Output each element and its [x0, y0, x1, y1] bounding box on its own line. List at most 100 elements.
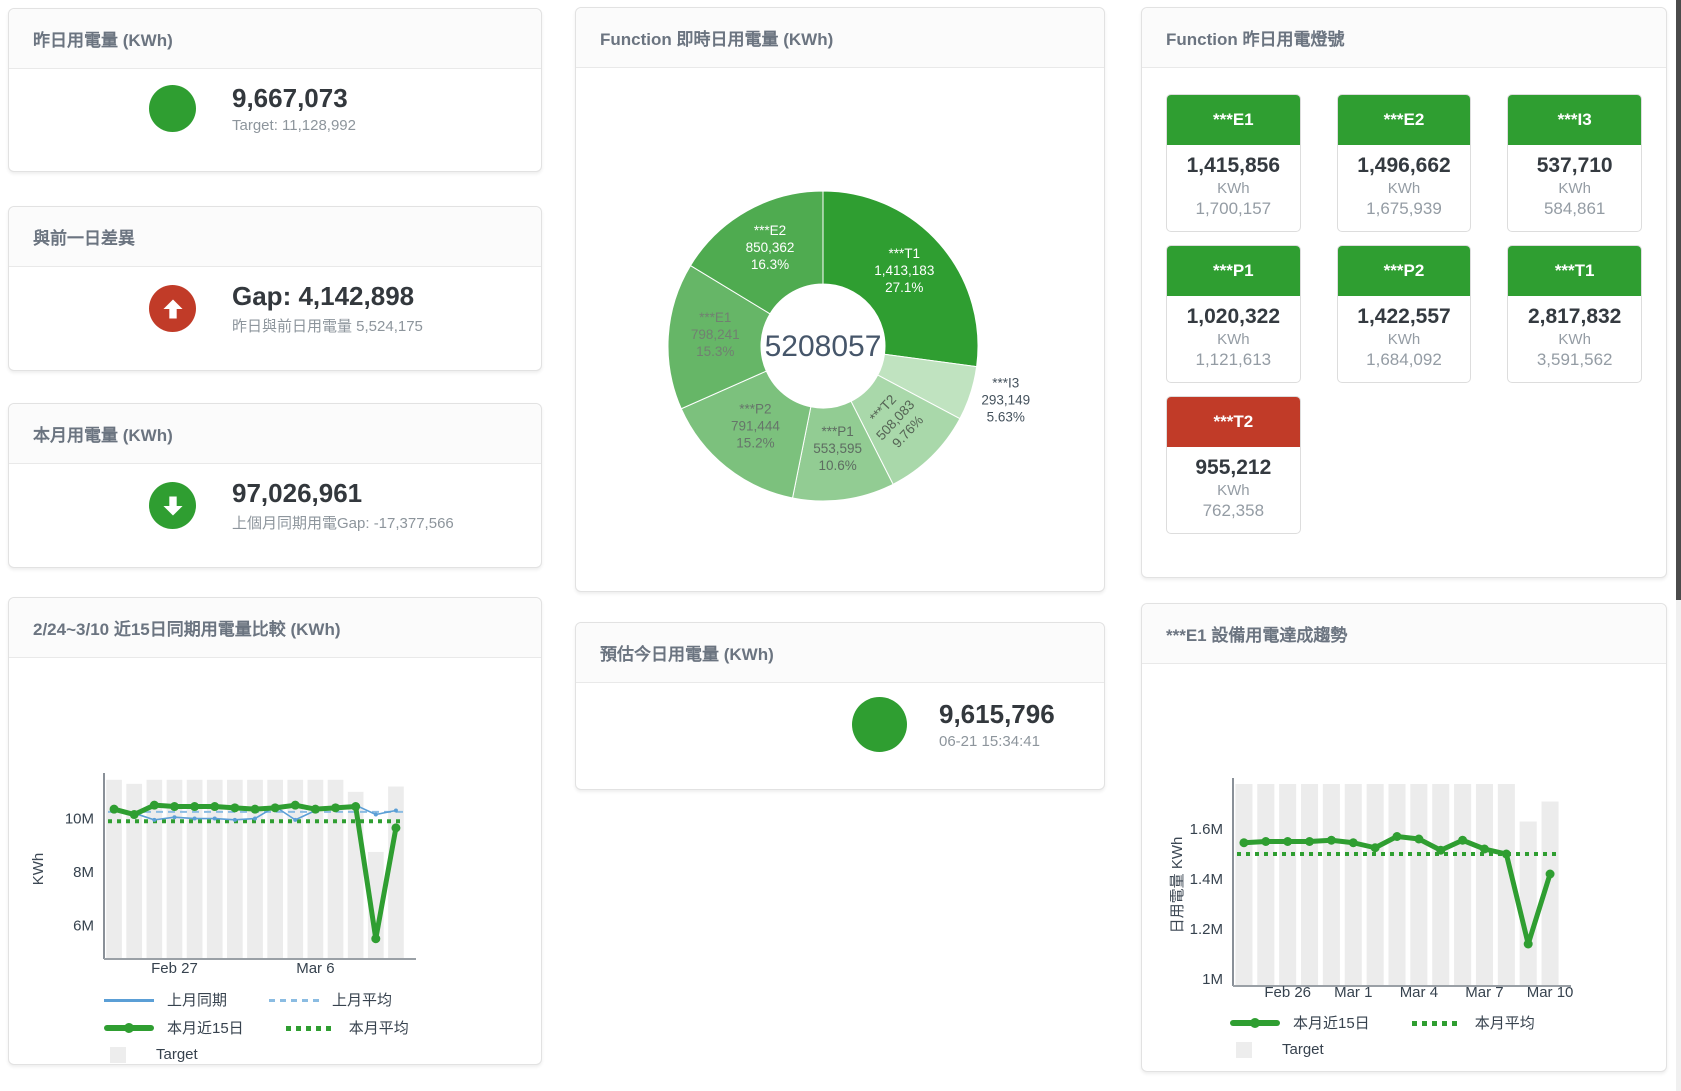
stat-row: 97,026,961 上個月同期用電Gap: -17,377,566 — [9, 464, 541, 547]
legend-item[interactable]: 上月同期 — [104, 990, 227, 1011]
legend-item[interactable]: 本月近15日 — [1230, 1013, 1370, 1034]
light-tile: ***E11,415,856KWh1,700,157 — [1166, 94, 1301, 232]
stat-subtitle: Target: 11,128,992 — [232, 117, 356, 134]
series-point — [311, 805, 320, 814]
light-tile-label: ***P2 — [1338, 246, 1471, 296]
card-e1-trend-chart: ***E1 設備用電達成趨勢 1M1.2M1.4M1.6MFeb 26Mar 1… — [1141, 603, 1667, 1072]
lights-grid: ***E11,415,856KWh1,700,157***E21,496,662… — [1142, 68, 1666, 534]
dotted-legend-marker-icon — [286, 1026, 336, 1031]
light-tile-value: 537,710 — [1512, 154, 1637, 178]
y-tick-label: 10M — [65, 811, 94, 828]
x-tick-label: Mar 1 — [1334, 984, 1372, 1001]
light-tile-label: ***T1 — [1508, 246, 1641, 296]
compare-line-chart[interactable]: 6M8M10MFeb 27Mar 6KWh — [9, 658, 543, 980]
target-bar — [1432, 784, 1449, 986]
light-tile-label: ***P1 — [1167, 246, 1300, 296]
series-point — [1414, 835, 1423, 844]
series-point — [190, 802, 199, 811]
light-tile-value: 2,817,832 — [1512, 305, 1637, 329]
stat-value: Gap: 4,142,898 — [232, 281, 423, 312]
card-realtime-donut: Function 即時日用電量 (KWh) ***T11,413,18327.1… — [575, 7, 1105, 592]
series-point — [172, 815, 176, 819]
stat-subtitle: 上個月同期用電Gap: -17,377,566 — [232, 512, 454, 533]
series-point — [374, 813, 378, 817]
legend-label: 本月近15日 — [1293, 1013, 1370, 1034]
card-title: 昨日用電量 (KWh) — [33, 31, 173, 50]
e1-trend-line-chart[interactable]: 1M1.2M1.4M1.6MFeb 26Mar 1Mar 4Mar 7Mar 1… — [1142, 664, 1668, 1004]
light-tile: ***P21,422,557KWh1,684,092 — [1337, 245, 1472, 383]
light-tile-unit: KWh — [1512, 331, 1637, 348]
card-title: 2/24~3/10 近15日同期用電量比較 (KWh) — [33, 620, 341, 639]
series-point — [371, 934, 380, 943]
card-title: 預估今日用電量 (KWh) — [600, 645, 774, 664]
legend-item[interactable]: 本月近15日 — [104, 1018, 244, 1039]
realtime-usage-donut-chart[interactable]: ***T11,413,18327.1%***I3293,1495.63%***T… — [576, 68, 1106, 591]
light-tile-value: 955,212 — [1171, 456, 1296, 480]
light-tile-value: 1,415,856 — [1171, 154, 1296, 178]
y-tick-label: 8M — [73, 864, 94, 881]
legend-item[interactable]: 本月平均 — [286, 1018, 409, 1039]
page-scrollbar-thumb[interactable] — [1676, 0, 1681, 600]
x-tick-label: Mar 7 — [1465, 984, 1503, 1001]
target-bar — [1345, 784, 1362, 986]
light-tile-value: 1,422,557 — [1342, 305, 1467, 329]
card-lights-panel: Function 昨日用電燈號 ***E11,415,856KWh1,700,1… — [1141, 7, 1667, 578]
series-point — [253, 817, 257, 821]
light-tile-label: ***E1 — [1167, 95, 1300, 145]
dashed-legend-marker-icon — [269, 999, 319, 1002]
series-point — [1393, 832, 1402, 841]
legend-item[interactable]: 上月平均 — [269, 990, 392, 1011]
light-tile-unit: KWh — [1171, 180, 1296, 197]
card-header: Function 即時日用電量 (KWh) — [576, 8, 1104, 68]
card-header: 預估今日用電量 (KWh) — [576, 623, 1104, 683]
series-point — [271, 803, 280, 812]
thick-legend-marker-icon — [1230, 1020, 1280, 1026]
target-bar — [1279, 784, 1296, 986]
square-legend-marker-icon — [110, 1047, 126, 1063]
left-column: 昨日用電量 (KWh) 9,667,073 Target: 11,128,992… — [8, 8, 542, 1065]
series-point — [1305, 837, 1314, 846]
series-point — [331, 803, 340, 812]
y-tick-label: 1.2M — [1190, 921, 1223, 938]
legend-label: 本月平均 — [349, 1018, 409, 1039]
status-circle-icon — [852, 697, 907, 752]
compare-chart-legend: 上月同期 上月平均本月近15日 本月平均 Target — [9, 985, 541, 1069]
x-tick-label: Mar 6 — [296, 960, 334, 977]
light-tile: ***T12,817,832KWh3,591,562 — [1507, 245, 1642, 383]
card-title: Function 即時日用電量 (KWh) — [600, 30, 833, 49]
light-tile-unit: KWh — [1171, 331, 1296, 348]
line-legend-marker-icon — [104, 999, 154, 1002]
legend-item[interactable]: Target — [104, 1044, 198, 1065]
light-tile-label: ***I3 — [1508, 95, 1641, 145]
card-title: 本月用電量 (KWh) — [33, 426, 173, 445]
x-tick-label: Feb 26 — [1264, 984, 1311, 1001]
target-bar — [1520, 822, 1537, 987]
dashboard-page: 昨日用電量 (KWh) 9,667,073 Target: 11,128,992… — [0, 0, 1681, 1091]
target-bar — [1257, 784, 1274, 986]
legend-item[interactable]: 本月平均 — [1412, 1013, 1535, 1034]
thick-legend-marker-icon — [104, 1025, 154, 1031]
series-point — [1458, 836, 1467, 845]
right-column: Function 昨日用電燈號 ***E11,415,856KWh1,700,1… — [1141, 7, 1667, 1072]
legend-label: Target — [1282, 1039, 1324, 1060]
target-bar — [1235, 784, 1252, 986]
target-bar — [1476, 784, 1493, 986]
e1-trend-chart-legend: 本月近15日 本月平均 Target — [1142, 1009, 1666, 1064]
target-bar — [1454, 784, 1471, 986]
card-compare-chart: 2/24~3/10 近15日同期用電量比較 (KWh) 6M 8M 10M Feb 2… — [8, 597, 542, 1065]
card-title: ***E1 設備用電達成趨勢 — [1166, 626, 1347, 645]
donut-center-total: 5208057 — [765, 330, 882, 363]
legend-item[interactable]: Target — [1230, 1039, 1324, 1060]
series-point — [1283, 837, 1292, 846]
card-day-gap: 與前一日差異 Gap: 4,142,898 昨日與前日用電量 5,524,175 — [8, 206, 542, 371]
light-tile-label: ***E2 — [1338, 95, 1471, 145]
light-tile: ***T2955,212KWh762,358 — [1166, 396, 1301, 534]
light-tile-target: 1,684,092 — [1342, 350, 1467, 370]
target-bar — [1323, 784, 1340, 986]
series-point — [1436, 846, 1445, 855]
series-point — [210, 802, 219, 811]
card-header: Function 昨日用電燈號 — [1142, 8, 1666, 68]
y-tick-label: 6M — [73, 917, 94, 934]
series-point — [150, 801, 159, 810]
x-tick-label: Feb 27 — [151, 960, 198, 977]
